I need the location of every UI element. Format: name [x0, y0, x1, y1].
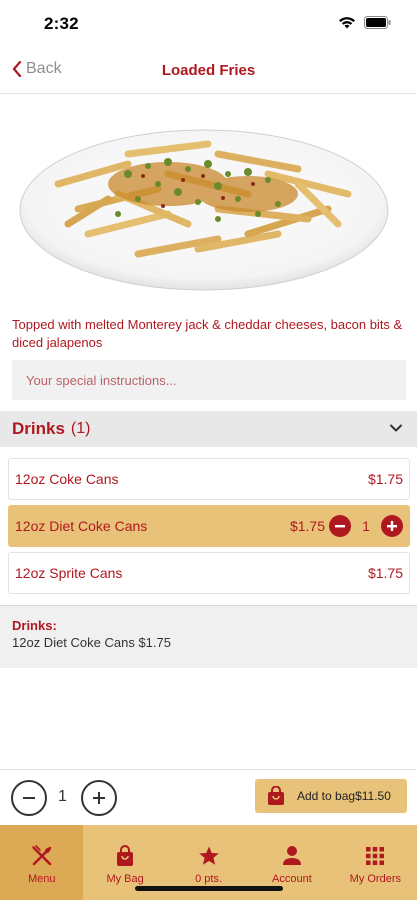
- drink-option-diet-coke[interactable]: 12oz Diet Coke Cans $1.75 1: [8, 505, 410, 547]
- drinks-section-header[interactable]: Drinks (1): [0, 411, 417, 447]
- navigation-bar: Back Loaded Fries: [0, 48, 417, 94]
- battery-icon: [364, 16, 391, 29]
- loaded-fries-image: [19, 129, 389, 291]
- drinks-count: (1): [70, 420, 91, 437]
- add-to-bag-label: Add to bag: [297, 789, 356, 803]
- plus-icon: [387, 521, 397, 531]
- drink-option-coke[interactable]: 12oz Coke Cans $1.75: [8, 458, 410, 500]
- status-time: 2:32: [44, 14, 79, 33]
- quantity-value: 1: [58, 788, 67, 805]
- tab-label: 0 pts.: [195, 873, 222, 885]
- star-icon: [198, 846, 219, 865]
- summary-title: Drinks:: [12, 618, 57, 633]
- minus-icon: [23, 797, 35, 799]
- status-bar: 2:32: [0, 0, 417, 48]
- tab-menu[interactable]: Menu: [0, 825, 84, 900]
- page-title: Loaded Fries: [161, 62, 256, 79]
- home-indicator: [135, 886, 283, 891]
- fork-knife-icon: [31, 845, 52, 866]
- special-instructions-input[interactable]: [12, 360, 406, 400]
- order-total: $11.50: [355, 789, 391, 803]
- order-bar: 1 Add to bag $11.50: [0, 769, 417, 825]
- person-icon: [282, 846, 301, 865]
- quantity-decrease-button[interactable]: [11, 780, 47, 816]
- tab-label: Account: [272, 873, 312, 885]
- tab-my-orders[interactable]: My Orders: [334, 825, 417, 900]
- drink-quantity: 1: [362, 518, 370, 534]
- drink-name: 12oz Diet Coke Cans: [15, 518, 148, 534]
- item-description: Topped with melted Monterey jack & chedd…: [12, 317, 403, 350]
- drink-decrease-button[interactable]: [329, 515, 351, 537]
- status-icons: [338, 16, 391, 29]
- drink-quantity-stepper: 1: [329, 515, 403, 537]
- shopping-bag-icon: [268, 786, 284, 805]
- summary-line: 12oz Diet Coke Cans $1.75: [12, 635, 171, 650]
- tab-label: My Bag: [106, 873, 144, 885]
- wifi-icon: [339, 17, 355, 29]
- grid-icon: [366, 847, 385, 865]
- add-to-bag-button[interactable]: Add to bag $11.50: [255, 779, 407, 813]
- drink-name: 12oz Coke Cans: [15, 471, 119, 487]
- quantity-increase-button[interactable]: [81, 780, 117, 816]
- drink-name: 12oz Sprite Cans: [15, 565, 123, 581]
- bag-icon: [117, 845, 134, 866]
- drink-price: $1.75: [367, 471, 403, 487]
- drink-increase-button[interactable]: [381, 515, 403, 537]
- selection-summary: Drinks: 12oz Diet Coke Cans $1.75: [0, 605, 417, 668]
- minus-icon: [335, 525, 345, 528]
- chevron-down-icon: [390, 424, 402, 432]
- drink-price: $1.75: [367, 565, 403, 581]
- tab-label: Menu: [27, 873, 56, 885]
- plus-icon: [93, 792, 105, 804]
- drink-option-sprite[interactable]: 12oz Sprite Cans $1.75: [8, 552, 410, 594]
- drink-price: $1.75: [289, 518, 325, 534]
- drinks-title: Drinks: [12, 419, 65, 438]
- tab-label: My Orders: [349, 873, 401, 885]
